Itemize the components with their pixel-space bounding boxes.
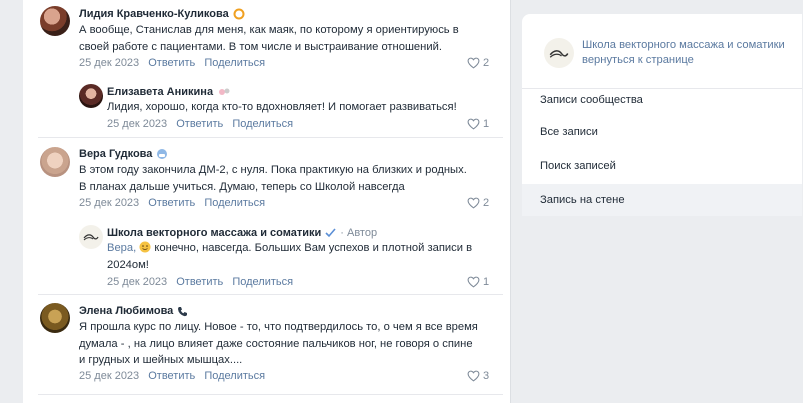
face-mask-icon: [157, 149, 168, 159]
author-name[interactable]: Лидия Кравченко-Куликова: [79, 8, 229, 20]
author-label: · Автор: [340, 227, 378, 239]
comment-meta: 25 дек 2023 Ответить Поделиться: [79, 370, 265, 382]
verified-check-icon: [325, 228, 336, 238]
comment-author[interactable]: Елизавета Аникина: [107, 86, 231, 98]
school-logo-icon: [549, 49, 569, 58]
reply-button[interactable]: Ответить: [148, 370, 195, 382]
comment-text: А вообще, Станислав для меня, как маяк, …: [79, 24, 459, 53]
comments-feed: Лидия Кравченко-Куликова А вообще, Стани…: [23, 0, 511, 403]
comment-text: Лидия, хорошо, когда кто-то вдохновляет!…: [107, 101, 457, 113]
avatar-elena[interactable]: [40, 303, 70, 333]
like-count: 3: [483, 370, 490, 382]
share-button[interactable]: Поделиться: [204, 370, 265, 382]
share-button[interactable]: Поделиться: [232, 118, 293, 130]
avatar-lidia[interactable]: [40, 6, 70, 36]
heart-icon: [467, 118, 480, 130]
share-button[interactable]: Поделиться: [204, 57, 265, 69]
comment-text: Я прошла курс по лицу. Новое - то, что п…: [79, 321, 478, 366]
avatar-vera[interactable]: [40, 147, 70, 177]
comment-meta: 25 дек 2023 Ответить Поделиться: [79, 57, 265, 69]
like-count: 2: [483, 197, 490, 209]
like-button[interactable]: 1: [467, 276, 489, 288]
heart-icon: [467, 276, 480, 288]
like-count: 2: [483, 57, 490, 69]
heart-icon: [467, 57, 480, 69]
sidebar-item-search-posts[interactable]: Поиск записей: [540, 160, 616, 172]
like-button[interactable]: 2: [467, 57, 489, 69]
author-name[interactable]: Елизавета Аникина: [107, 86, 213, 98]
back-to-page-link[interactable]: вернуться к странице: [582, 53, 797, 68]
community-logo[interactable]: [544, 38, 574, 68]
comment-divider: [38, 294, 503, 295]
reply-button[interactable]: Ответить: [148, 57, 195, 69]
comment-author[interactable]: Школа векторного массажа и соматики · Ав…: [107, 227, 377, 239]
comment-meta: 25 дек 2023 Ответить Поделиться: [107, 118, 293, 130]
community-name[interactable]: Школа векторного массажа и соматики: [582, 38, 797, 53]
like-button[interactable]: 1: [467, 118, 489, 130]
comment-date[interactable]: 25 дек 2023: [79, 197, 139, 209]
school-logo-icon: [83, 234, 99, 241]
smile-emoji-icon: [139, 241, 151, 253]
avatar-school[interactable]: [79, 225, 103, 249]
comment-meta: 25 дек 2023 Ответить Поделиться: [79, 197, 265, 209]
orange-ring-icon: [233, 8, 245, 20]
comment-date[interactable]: 25 дек 2023: [107, 118, 167, 130]
sidebar-item-wall-post[interactable]: Запись на стене: [540, 194, 625, 206]
share-button[interactable]: Поделиться: [204, 197, 265, 209]
like-button[interactable]: 2: [467, 197, 489, 209]
like-count: 1: [483, 276, 490, 288]
share-button[interactable]: Поделиться: [232, 276, 293, 288]
comment-text: Вера, конечно, навсегда. Больших Вам усп…: [107, 241, 473, 271]
sticker-icon: [219, 88, 230, 95]
comment-date[interactable]: 25 дек 2023: [79, 370, 139, 382]
author-name[interactable]: Элена Любимова: [79, 305, 173, 317]
sidebar-item-community-posts[interactable]: Записи сообщества: [540, 94, 643, 106]
avatar-elizaveta[interactable]: [79, 84, 103, 108]
comment-divider: [38, 137, 503, 138]
comment-text: В этом году закончила ДМ-2, с нуля. Пока…: [79, 164, 467, 193]
comment-divider: [38, 394, 503, 395]
sidebar-header[interactable]: Школа векторного массажа и соматики верн…: [522, 14, 802, 89]
author-name[interactable]: Вера Гудкова: [79, 148, 152, 160]
reply-button[interactable]: Ответить: [176, 118, 223, 130]
reply-button[interactable]: Ответить: [176, 276, 223, 288]
comment-meta: 25 дек 2023 Ответить Поделиться: [107, 276, 293, 288]
sidebar-item-all-posts[interactable]: Все записи: [540, 126, 598, 138]
comment-date[interactable]: 25 дек 2023: [79, 57, 139, 69]
author-name[interactable]: Школа векторного массажа и соматики: [107, 227, 321, 239]
community-sidebar: Школа векторного массажа и соматики верн…: [522, 14, 802, 216]
comment-author[interactable]: Вера Гудкова: [79, 148, 168, 160]
phone-icon: [178, 306, 188, 316]
mention-link[interactable]: Вера,: [107, 242, 136, 254]
like-count: 1: [483, 118, 490, 130]
comment-author[interactable]: Элена Любимова: [79, 305, 188, 317]
like-button[interactable]: 3: [467, 370, 489, 382]
sidebar-title-block[interactable]: Школа векторного массажа и соматики верн…: [582, 38, 797, 68]
comment-date[interactable]: 25 дек 2023: [107, 276, 167, 288]
comment-author[interactable]: Лидия Кравченко-Куликова: [79, 8, 245, 20]
reply-button[interactable]: Ответить: [148, 197, 195, 209]
heart-icon: [467, 370, 480, 382]
heart-icon: [467, 197, 480, 209]
